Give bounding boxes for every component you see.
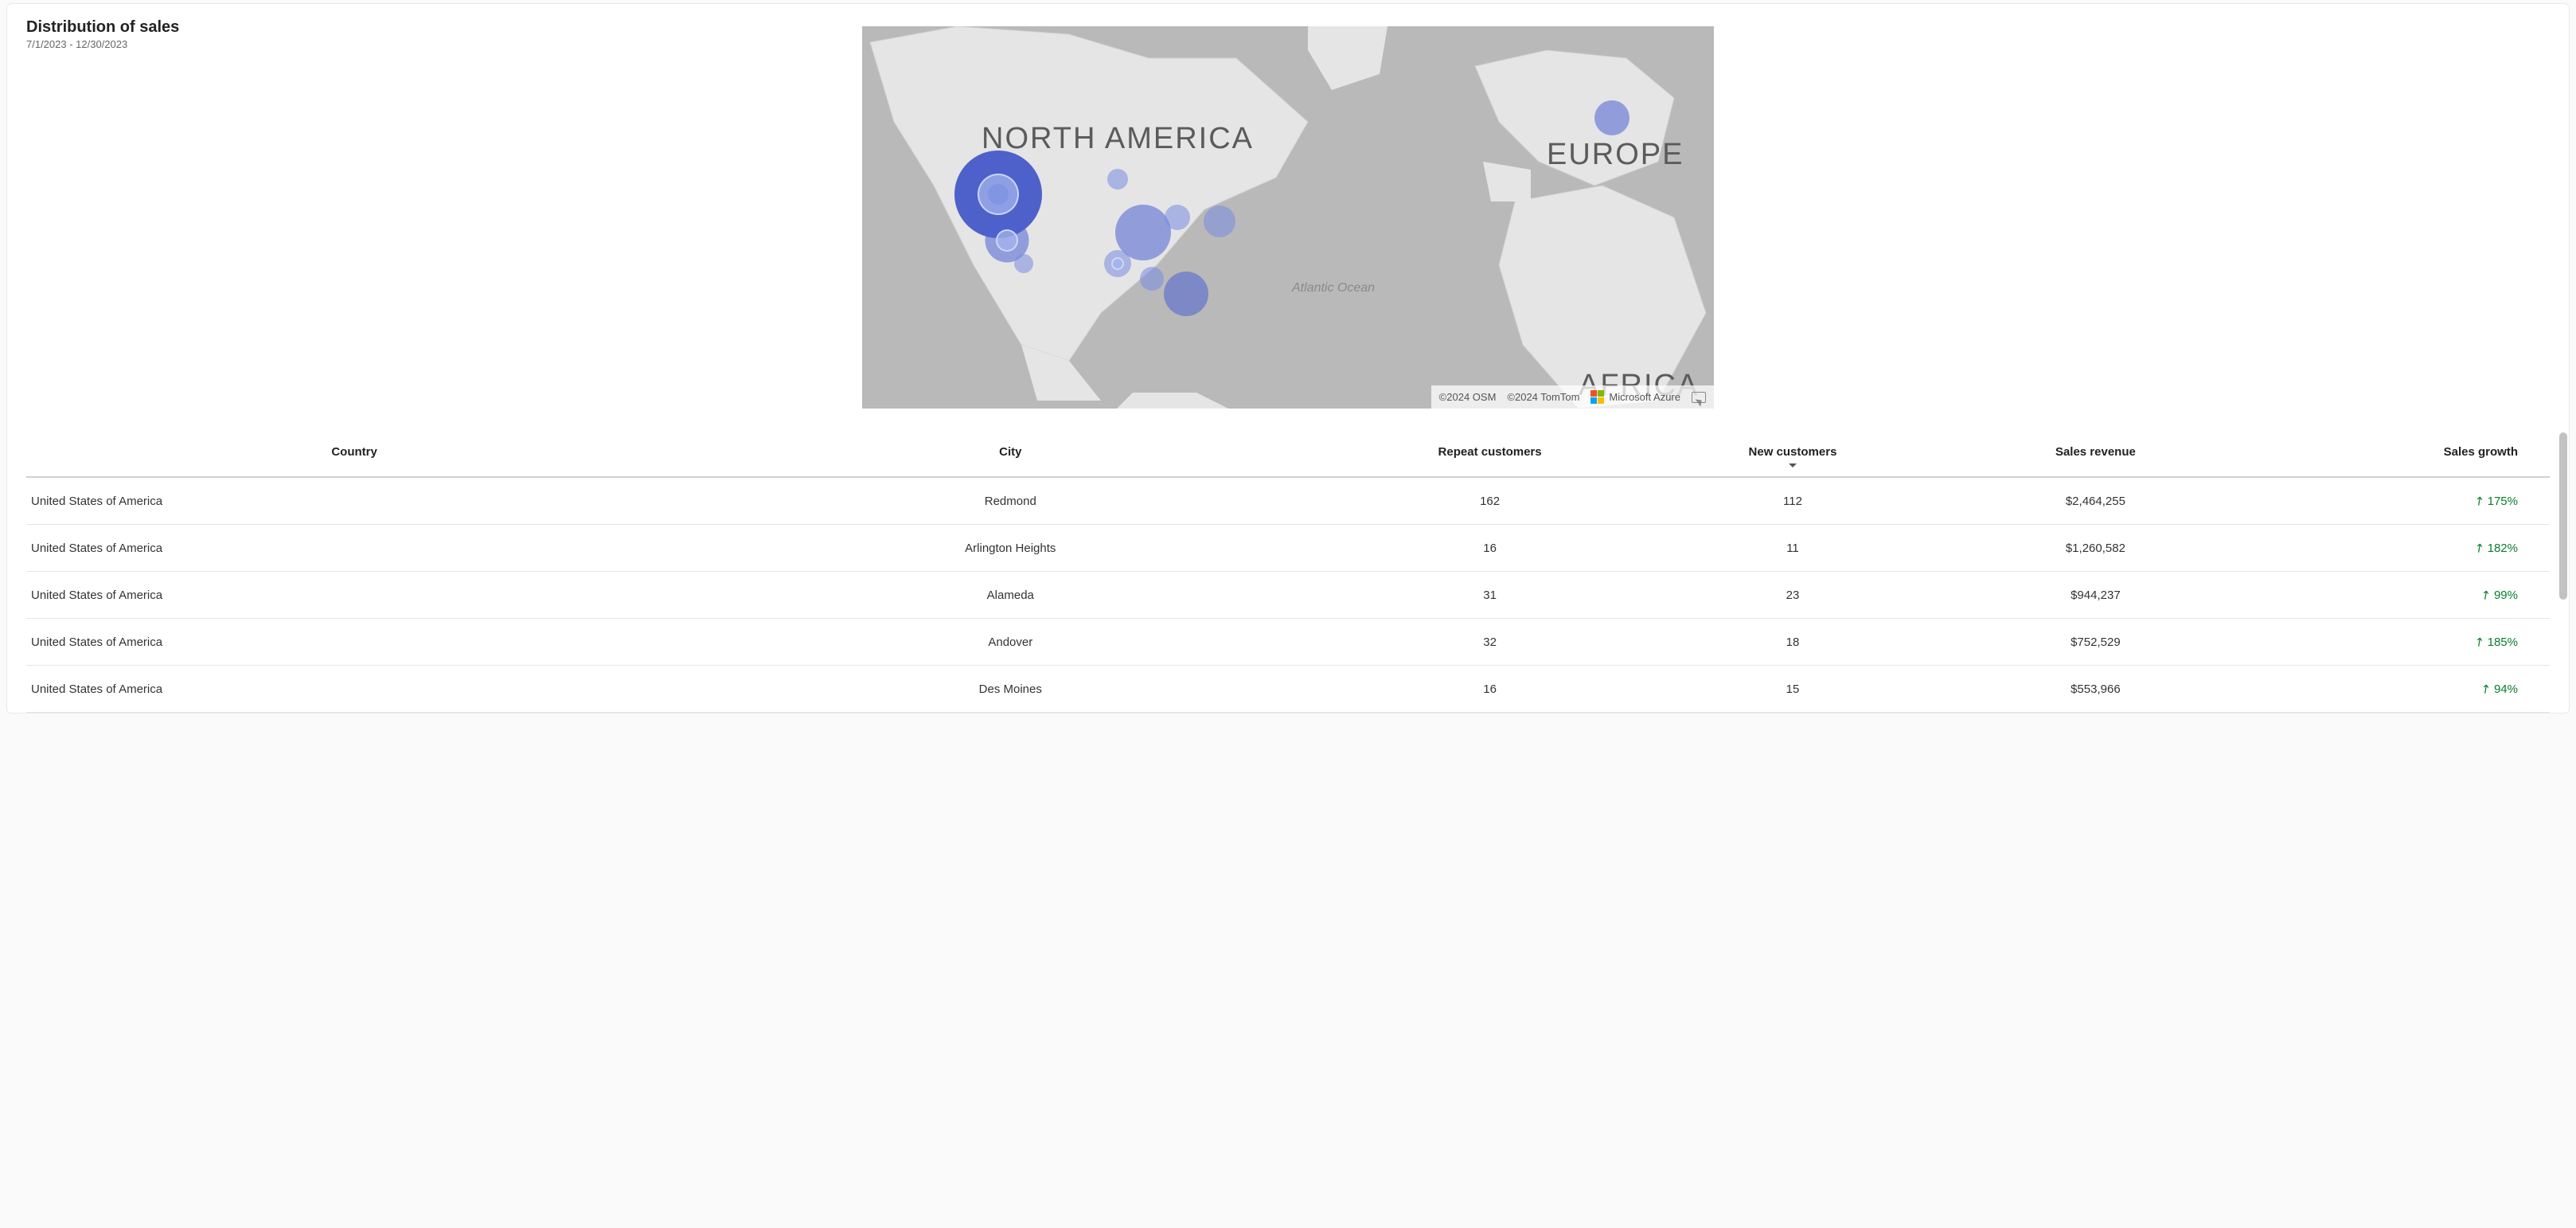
map-bubble[interactable] xyxy=(1014,254,1033,273)
cell-city: Des Moines xyxy=(682,666,1338,713)
col-header-country[interactable]: Country xyxy=(26,432,682,477)
cell-repeat: 162 xyxy=(1338,477,1641,525)
map-bubble[interactable] xyxy=(1164,272,1208,316)
map-bubble[interactable] xyxy=(988,184,1009,205)
sales-table-container: Country City Repeat customers New custom… xyxy=(26,432,2550,713)
cell-revenue: $944,237 xyxy=(1944,572,2246,619)
cell-new: 23 xyxy=(1641,572,1944,619)
cell-country: United States of America xyxy=(26,666,682,713)
table-row[interactable]: United States of AmericaArlington Height… xyxy=(26,525,2550,572)
label-europe: EUROPE xyxy=(1547,138,1684,172)
attrib-osm: ©2024 OSM xyxy=(1439,391,1497,403)
map-bubble[interactable] xyxy=(1140,267,1164,291)
col-header-repeat[interactable]: Repeat customers xyxy=(1338,432,1641,477)
map-attribution: ©2024 OSM ©2024 TomTom Microsoft Azure xyxy=(1431,385,1714,409)
col-header-city[interactable]: City xyxy=(682,432,1338,477)
cell-city: Arlington Heights xyxy=(682,525,1338,572)
cell-country: United States of America xyxy=(26,619,682,666)
map-bubble[interactable] xyxy=(1111,257,1124,270)
cell-growth: ↗185% xyxy=(2247,619,2550,666)
map-bubble[interactable] xyxy=(1107,169,1128,190)
cell-growth: ↗182% xyxy=(2247,525,2550,572)
trend-up-icon: ↗ xyxy=(2471,539,2488,557)
cell-growth: ↗175% xyxy=(2247,477,2550,525)
cell-new: 11 xyxy=(1641,525,1944,572)
col-header-growth[interactable]: Sales growth xyxy=(2247,432,2550,477)
table-row[interactable]: United States of AmericaDes Moines1615$5… xyxy=(26,666,2550,713)
table-row[interactable]: United States of AmericaRedmond162112$2,… xyxy=(26,477,2550,525)
map-bubble[interactable] xyxy=(1594,100,1630,135)
sales-map[interactable]: NORTH AMERICA EUROPE AFRICA Atlantic Oce… xyxy=(862,26,1714,409)
trend-up-icon: ↗ xyxy=(2477,680,2494,698)
sales-distribution-card: Distribution of sales 7/1/2023 - 12/30/2… xyxy=(6,3,2570,714)
table-row[interactable]: United States of AmericaAlameda3123$944,… xyxy=(26,572,2550,619)
map-bubble[interactable] xyxy=(996,229,1018,252)
feedback-icon[interactable] xyxy=(1692,392,1706,403)
azure-label: Microsoft Azure xyxy=(1609,391,1680,403)
cell-revenue: $2,464,255 xyxy=(1944,477,2246,525)
trend-up-icon: ↗ xyxy=(2471,492,2488,510)
attrib-tomtom: ©2024 TomTom xyxy=(1507,391,1579,403)
trend-up-icon: ↗ xyxy=(2471,633,2488,651)
table-row[interactable]: United States of AmericaAndover3218$752,… xyxy=(26,619,2550,666)
col-header-revenue[interactable]: Sales revenue xyxy=(1944,432,2246,477)
cell-city: Redmond xyxy=(682,477,1338,525)
cell-repeat: 31 xyxy=(1338,572,1641,619)
cell-revenue: $752,529 xyxy=(1944,619,2246,666)
map-container: NORTH AMERICA EUROPE AFRICA Atlantic Oce… xyxy=(26,26,2550,409)
cell-new: 18 xyxy=(1641,619,1944,666)
vertical-scrollbar[interactable] xyxy=(2559,432,2567,600)
cell-revenue: $1,260,582 xyxy=(1944,525,2246,572)
cell-revenue: $553,966 xyxy=(1944,666,2246,713)
cell-growth: ↗99% xyxy=(2247,572,2550,619)
cell-city: Alameda xyxy=(682,572,1338,619)
cell-repeat: 16 xyxy=(1338,666,1641,713)
map-bubble[interactable] xyxy=(1204,205,1235,237)
trend-up-icon: ↗ xyxy=(2477,586,2494,604)
microsoft-azure-logo: Microsoft Azure xyxy=(1590,390,1680,404)
sales-table: Country City Repeat customers New custom… xyxy=(26,432,2550,713)
cell-country: United States of America xyxy=(26,525,682,572)
cell-repeat: 16 xyxy=(1338,525,1641,572)
cell-repeat: 32 xyxy=(1338,619,1641,666)
cell-new: 15 xyxy=(1641,666,1944,713)
label-north-america: NORTH AMERICA xyxy=(982,122,1254,156)
cell-country: United States of America xyxy=(26,477,682,525)
sort-desc-icon xyxy=(1789,463,1797,471)
microsoft-logo-icon xyxy=(1590,390,1604,404)
cell-growth: ↗94% xyxy=(2247,666,2550,713)
cell-country: United States of America xyxy=(26,572,682,619)
label-atlantic: Atlantic Ocean xyxy=(1292,281,1375,295)
col-header-new[interactable]: New customers xyxy=(1641,432,1944,477)
cell-city: Andover xyxy=(682,619,1338,666)
map-bubble[interactable] xyxy=(1165,205,1190,230)
cell-new: 112 xyxy=(1641,477,1944,525)
